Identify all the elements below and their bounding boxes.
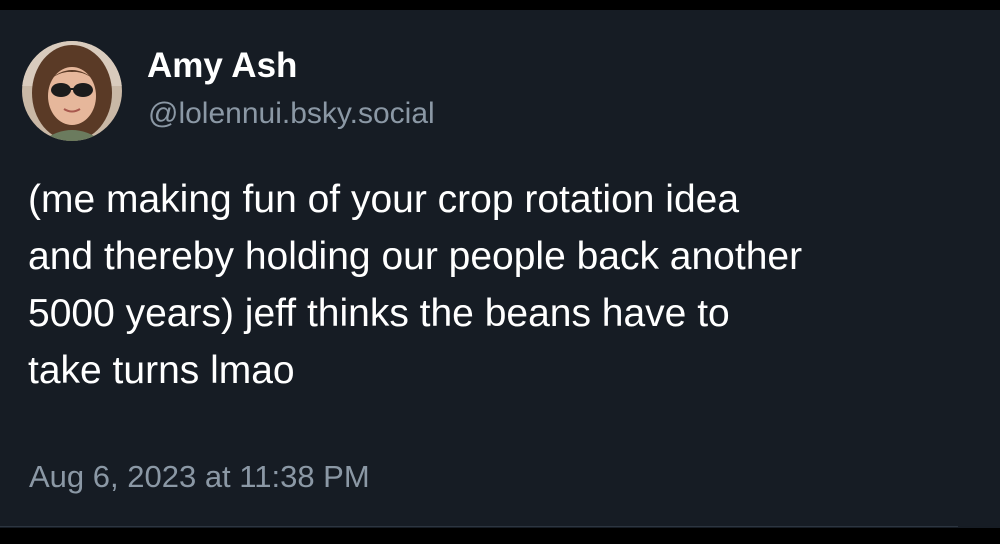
post-text-line: and thereby holding our people back anot…: [28, 235, 803, 278]
user-avatar-icon: [22, 41, 122, 141]
post-text: (me making fun of your crop rotation ide…: [28, 171, 978, 399]
post-timestamp: Aug 6, 2023 at 11:38 PM: [29, 459, 370, 494]
divider: [0, 526, 958, 527]
avatar[interactable]: [22, 41, 122, 141]
author-display-name[interactable]: Amy Ash: [147, 46, 297, 86]
post-text-line: (me making fun of your crop rotation ide…: [28, 178, 740, 221]
post-text-line: take turns lmao: [28, 349, 295, 392]
author-handle[interactable]: @lolennui.bsky.social: [148, 96, 435, 132]
post-card: Amy Ash @lolennui.bsky.social (me making…: [0, 10, 1000, 528]
post-text-line: 5000 years) jeff thinks the beans have t…: [28, 292, 730, 335]
